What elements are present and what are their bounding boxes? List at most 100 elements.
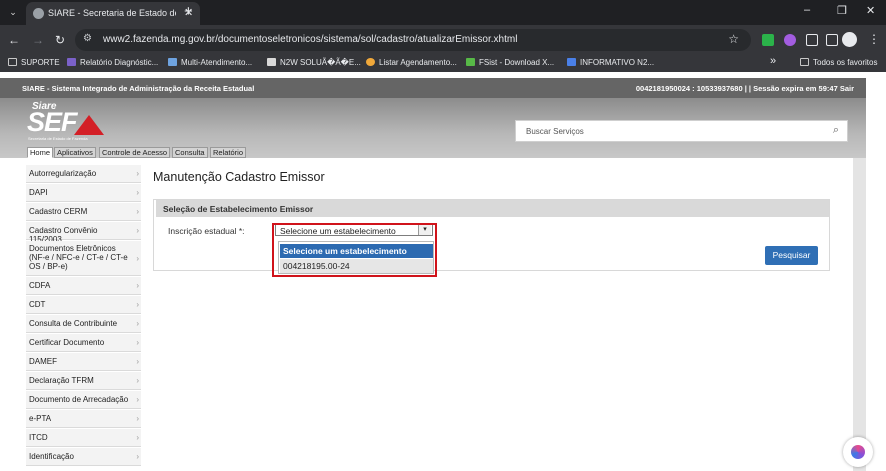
chevron-right-icon: › bbox=[136, 281, 139, 290]
logo-subtitle: Secretaria de Estado de Fazenda bbox=[28, 136, 88, 141]
sidebar-item-cdfa[interactable]: CDFA › bbox=[26, 277, 141, 295]
bookmark-label: Listar Agendamento... bbox=[379, 58, 457, 67]
search-box[interactable]: Buscar Serviços ⌕ bbox=[515, 120, 848, 142]
chevron-right-icon: › bbox=[136, 338, 139, 347]
bookmark-star-icon[interactable]: ☆ bbox=[728, 32, 739, 46]
sidebar-item-identificacao[interactable]: Identificação › bbox=[26, 448, 141, 466]
chevron-right-icon: › bbox=[136, 300, 139, 309]
sidebar-item-itcd[interactable]: ITCD › bbox=[26, 429, 141, 447]
address-bar[interactable]: ⚙ www2.fazenda.mg.gov.br/documentoseletr… bbox=[75, 29, 751, 51]
chevron-right-icon: › bbox=[136, 452, 139, 461]
tab-search-icon[interactable]: ⌄ bbox=[6, 5, 20, 19]
sidebar-item-label: Documentos Eletrônicos (NF-e / NFC-e / C… bbox=[29, 244, 128, 271]
sidebar-item-cdt[interactable]: CDT › bbox=[26, 296, 141, 314]
chevron-right-icon: › bbox=[136, 395, 139, 404]
doc-icon bbox=[567, 58, 576, 66]
all-favorites[interactable]: Todos os favoritos bbox=[800, 58, 877, 67]
site-icon bbox=[267, 58, 276, 66]
chevron-right-icon: › bbox=[136, 254, 139, 263]
tab-home[interactable]: Home bbox=[27, 147, 54, 158]
sidebar-item-e-pta[interactable]: e-PTA › bbox=[26, 410, 141, 428]
maximize-icon[interactable]: ❐ bbox=[837, 4, 847, 17]
sidebar-item-cadastro-cerm[interactable]: Cadastro CERM › bbox=[26, 203, 141, 221]
sidebar-item-label: Certificar Documento bbox=[29, 338, 105, 347]
bookmark-label: Relatório Diagnóstic... bbox=[80, 58, 159, 67]
bookmark-item[interactable]: FSist - Download X... bbox=[466, 58, 554, 67]
bookmark-label: Multi-Atendimento... bbox=[181, 58, 253, 67]
site-info-icon[interactable]: ⚙ bbox=[83, 33, 92, 44]
sidebar-item-autorregularizacao[interactable]: Autorregularização › bbox=[26, 165, 141, 183]
sidebar-item-label: DAMEF bbox=[29, 357, 57, 366]
system-title: SIARE - Sistema Integrado de Administraç… bbox=[22, 84, 255, 93]
extensions-puzzle-icon[interactable] bbox=[806, 34, 818, 46]
tab-aplicativos[interactable]: Aplicativos bbox=[54, 147, 96, 158]
back-icon[interactable]: ← bbox=[8, 33, 20, 47]
assistant-button[interactable] bbox=[843, 437, 873, 467]
tab-relatorio[interactable]: Relatório bbox=[210, 147, 247, 158]
sidebar-item-certificar-documento[interactable]: Certificar Documento › bbox=[26, 334, 141, 352]
bookmark-label: INFORMATIVO N2... bbox=[580, 58, 655, 67]
search-icon[interactable]: ⌕ bbox=[833, 124, 839, 137]
panel-title: Seleção de Estabelecimento Emissor bbox=[163, 204, 314, 214]
tab-title: SIARE - Secretaria de Estado de bbox=[48, 8, 176, 18]
sidebar-item-documento-arrecadacao[interactable]: Documento de Arrecadação › bbox=[26, 391, 141, 409]
sidebar-item-convenio[interactable]: Cadastro Convênio 115/2003 › bbox=[26, 222, 141, 244]
minimize-icon[interactable]: – bbox=[804, 4, 810, 16]
multi-icon bbox=[168, 58, 177, 66]
extension-f-icon[interactable] bbox=[762, 34, 774, 46]
search-input[interactable]: Buscar Serviços bbox=[526, 127, 584, 136]
forward-icon[interactable]: → bbox=[32, 33, 44, 47]
sidebar-item-consulta-contribuinte[interactable]: Consulta de Contribuinte › bbox=[26, 315, 141, 333]
browser-toolbar: ← → ↻ ⚙ www2.fazenda.mg.gov.br/documento… bbox=[0, 25, 886, 55]
reload-icon[interactable]: ↻ bbox=[55, 33, 65, 47]
sidebar-item-label: ITCD bbox=[29, 433, 48, 442]
fsist-icon bbox=[466, 58, 475, 66]
sidebar-item-dapi[interactable]: DAPI › bbox=[26, 184, 141, 202]
system-header: SIARE - Sistema Integrado de Administraç… bbox=[0, 78, 866, 98]
bookmark-item[interactable]: INFORMATIVO N2... bbox=[567, 58, 654, 67]
right-gutter bbox=[853, 158, 866, 471]
bookmarks-overflow-icon[interactable]: » bbox=[770, 55, 776, 67]
all-favorites-label: Todos os favoritos bbox=[813, 58, 878, 67]
profile-avatar[interactable] bbox=[842, 32, 857, 47]
bookmark-item[interactable]: N2W SOLUÃ�Ã�E... bbox=[267, 58, 361, 67]
chevron-right-icon: › bbox=[136, 188, 139, 197]
folder-icon bbox=[8, 58, 17, 66]
form-icon bbox=[67, 58, 76, 66]
highlight-annotation bbox=[272, 223, 437, 277]
sidebar-item-label: Identificação bbox=[29, 452, 74, 461]
sidebar-item-label: Autorregularização bbox=[29, 169, 97, 178]
browser-tab[interactable]: SIARE - Secretaria de Estado de ✕ bbox=[26, 2, 200, 25]
bookmark-item[interactable]: SUPORTE bbox=[8, 58, 60, 67]
sidebar-item-damef[interactable]: DAMEF › bbox=[26, 353, 141, 371]
new-tab-icon[interactable]: + bbox=[184, 3, 193, 20]
sidebar-item-label: Documento de Arrecadação bbox=[29, 395, 129, 404]
sidebar-icon[interactable] bbox=[826, 34, 838, 46]
chevron-right-icon: › bbox=[136, 433, 139, 442]
bookmark-item[interactable]: Relatório Diagnóstic... bbox=[67, 58, 158, 67]
page-title: Manutenção Cadastro Emissor bbox=[153, 170, 325, 184]
chevron-right-icon: › bbox=[136, 319, 139, 328]
logo-triangle-icon bbox=[74, 115, 104, 135]
tab-consulta[interactable]: Consulta bbox=[172, 147, 208, 158]
bookmark-item[interactable]: Multi-Atendimento... bbox=[168, 58, 252, 67]
calendar-icon bbox=[366, 58, 375, 66]
chevron-right-icon: › bbox=[136, 357, 139, 366]
sidebar-item-declaracao-tfrm[interactable]: Declaração TFRM › bbox=[26, 372, 141, 390]
sidebar-item-label: CDT bbox=[29, 300, 46, 309]
bookmark-label: FSist - Download X... bbox=[479, 58, 555, 67]
sidebar-item-documentos-eletronicos[interactable]: Documentos Eletrônicos (NF-e / NFC-e / C… bbox=[26, 241, 141, 276]
more-menu-icon[interactable]: ⋮ bbox=[868, 32, 880, 46]
pesquisar-button[interactable]: Pesquisar bbox=[765, 246, 818, 265]
url-text[interactable]: www2.fazenda.mg.gov.br/documentoseletron… bbox=[103, 34, 517, 45]
session-info[interactable]: 0042181950024 : 10533937680 | | Sessão e… bbox=[636, 84, 854, 93]
chevron-right-icon: › bbox=[136, 414, 139, 423]
bookmark-label: N2W SOLUÃ�Ã�E... bbox=[280, 58, 361, 67]
window-close-icon[interactable]: ✕ bbox=[866, 4, 875, 17]
inscricao-label: Inscrição estadual *: bbox=[168, 226, 245, 236]
tab-controle-acesso[interactable]: Controle de Acesso bbox=[99, 147, 171, 158]
sidebar-item-label: Declaração TFRM bbox=[29, 376, 94, 385]
extension-color-icon[interactable] bbox=[784, 34, 796, 46]
bookmark-item[interactable]: Listar Agendamento... bbox=[366, 58, 457, 67]
folder-icon bbox=[800, 58, 809, 66]
